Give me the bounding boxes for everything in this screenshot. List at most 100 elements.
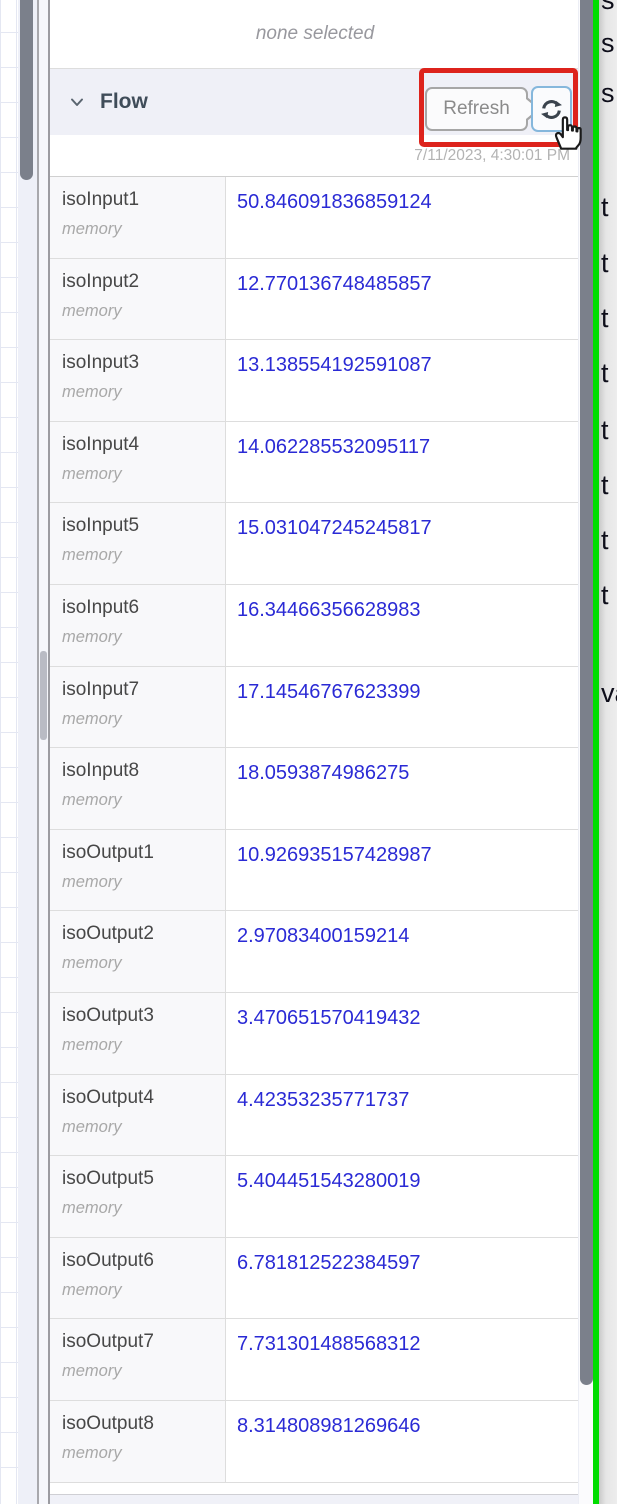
node-section-empty-state: none selected xyxy=(50,0,580,69)
context-key-cell: isoInput2 memory xyxy=(50,258,226,340)
context-store-label: memory xyxy=(62,627,122,646)
context-value-cell: 12.770136748485857 xyxy=(226,258,580,340)
context-key: isoInput3 xyxy=(62,352,140,374)
context-value: 7.731301488568312 xyxy=(237,1333,421,1356)
context-variables-table: isoInput1 memory 50.846091836859124 isoI… xyxy=(50,176,580,1483)
table-row[interactable]: isoInput5 memory 15.031047245245817 xyxy=(50,503,580,585)
table-row[interactable]: isoOutput1 memory 10.926935157428987 xyxy=(50,829,580,912)
canvas-scrollbar-track xyxy=(18,0,37,1504)
context-key: isoInput7 xyxy=(62,678,140,700)
context-key: isoInput5 xyxy=(62,515,140,537)
refresh-button[interactable] xyxy=(531,86,572,132)
clipped-text-fragment: t xyxy=(601,470,609,500)
context-key-cell: isoOutput7 memory xyxy=(50,1319,226,1400)
context-store-label: memory xyxy=(62,220,122,238)
context-value-cell: 17.14546767623399 xyxy=(226,666,580,748)
table-row[interactable]: isoInput4 memory 14.062285532095117 xyxy=(50,421,580,504)
context-value-cell: 7.731301488568312 xyxy=(226,1319,580,1400)
context-value-cell: 3.470651570419432 xyxy=(226,992,580,1074)
table-row[interactable]: isoOutput3 memory 3.470651570419432 xyxy=(50,992,580,1075)
sidebar-left-scrollbar-thumb[interactable] xyxy=(40,651,47,740)
context-key: isoInput4 xyxy=(62,433,140,455)
context-store-label: memory xyxy=(62,1280,122,1299)
table-row[interactable]: isoInput8 memory 18.0593874986275 xyxy=(50,748,580,830)
context-store-label: memory xyxy=(62,791,122,810)
context-value: 15.031047245245817 xyxy=(237,517,432,540)
refresh-timestamp: 7/11/2023, 4:30:01 PM xyxy=(414,146,570,164)
context-key: isoInput1 xyxy=(62,189,140,210)
clipped-text-fragment: t xyxy=(601,580,609,610)
table-row[interactable]: isoOutput8 memory 8.314808981269646 xyxy=(50,1400,580,1483)
clipped-text-fragment: t xyxy=(601,358,609,388)
context-value: 4.42353235771737 xyxy=(237,1088,410,1111)
canvas-scrollbar-thumb[interactable] xyxy=(19,0,33,180)
context-key: isoOutput4 xyxy=(62,1086,154,1108)
context-key: isoOutput6 xyxy=(62,1249,154,1271)
table-row[interactable]: isoOutput2 memory 2.97083400159214 xyxy=(50,911,580,993)
table-row[interactable]: isoInput2 memory 12.770136748485857 xyxy=(50,258,580,341)
table-row[interactable]: isoOutput4 memory 4.42353235771737 xyxy=(50,1074,580,1157)
context-value-cell: 4.42353235771737 xyxy=(226,1074,580,1156)
context-key-cell: isoInput6 memory xyxy=(50,584,226,666)
context-value-cell: 15.031047245245817 xyxy=(226,503,580,584)
clipped-text-fragment: t xyxy=(601,248,609,278)
flow-canvas-grid[interactable] xyxy=(0,0,18,1504)
grid-line xyxy=(16,0,17,1504)
context-store-label: memory xyxy=(62,1117,122,1136)
context-key: isoOutput5 xyxy=(62,1168,154,1190)
table-row[interactable]: isoOutput7 memory 7.731301488568312 xyxy=(50,1319,580,1401)
context-store-label: memory xyxy=(62,1443,122,1462)
context-value: 14.062285532095117 xyxy=(237,435,431,458)
context-value-cell: 14.062285532095117 xyxy=(226,421,580,503)
table-row[interactable]: isoInput3 memory 13.138554192591087 xyxy=(50,340,580,422)
context-value: 18.0593874986275 xyxy=(237,762,410,785)
context-key-cell: isoOutput4 memory xyxy=(50,1074,226,1156)
context-key: isoOutput8 xyxy=(62,1412,154,1434)
context-value: 16.34466356628983 xyxy=(237,598,421,621)
clipped-text-fragment: t xyxy=(601,415,609,445)
section-title: Flow xyxy=(100,90,148,113)
table-row[interactable]: isoInput1 memory 50.846091836859124 xyxy=(50,177,580,259)
context-key-cell: isoOutput1 memory xyxy=(50,829,226,911)
refresh-timestamp-row: 7/11/2023, 4:30:01 PM xyxy=(50,135,580,176)
clipped-text-fragment: s xyxy=(601,78,615,108)
context-value-cell: 18.0593874986275 xyxy=(226,748,580,829)
context-value-cell: 10.926935157428987 xyxy=(226,829,580,911)
clipped-text-fragment: t xyxy=(601,192,609,222)
refresh-tooltip: Refresh xyxy=(425,87,542,131)
context-store-label: memory xyxy=(62,872,122,891)
sidebar-left-scroll-track xyxy=(39,0,48,1504)
context-store-label: memory xyxy=(62,1362,122,1381)
table-row[interactable]: isoOutput6 memory 6.781812522384597 xyxy=(50,1237,580,1320)
context-key-cell: isoOutput6 memory xyxy=(50,1237,226,1319)
sidebar-scrollbar-thumb[interactable] xyxy=(580,0,593,1385)
refresh-tooltip-label: Refresh xyxy=(443,98,510,119)
context-value-cell: 2.97083400159214 xyxy=(226,911,580,992)
context-store-label: memory xyxy=(62,301,122,320)
context-key-cell: isoInput3 memory xyxy=(50,340,226,421)
context-value: 12.770136748485857 xyxy=(237,272,432,295)
context-value: 3.470651570419432 xyxy=(237,1006,421,1029)
context-store-label: memory xyxy=(62,1199,122,1218)
table-row[interactable]: isoInput7 memory 17.14546767623399 xyxy=(50,666,580,749)
context-key-cell: isoInput1 memory xyxy=(50,177,226,258)
context-key: isoOutput2 xyxy=(62,923,154,945)
refresh-icon xyxy=(541,99,562,119)
clipped-text-fragment: va xyxy=(601,678,617,708)
context-store-label: memory xyxy=(62,954,122,973)
context-key-cell: isoOutput8 memory xyxy=(50,1400,226,1482)
context-value: 50.846091836859124 xyxy=(237,191,432,213)
context-data-panel: none selected Flow 7/11/2023, 4:30:01 PM… xyxy=(50,0,580,1504)
none-selected-label: none selected xyxy=(255,23,375,44)
table-row[interactable]: isoOutput5 memory 5.404451543280019 xyxy=(50,1156,580,1238)
clipped-text-fragment: s xyxy=(601,28,615,58)
clipped-text-fragment: t xyxy=(601,525,609,555)
context-value: 17.14546767623399 xyxy=(237,680,421,703)
context-value: 2.97083400159214 xyxy=(237,925,410,948)
context-key-cell: isoInput4 memory xyxy=(50,421,226,503)
table-row[interactable]: isoInput6 memory 16.34466356628983 xyxy=(50,584,580,667)
context-key-cell: isoOutput5 memory xyxy=(50,1156,226,1237)
context-store-label: memory xyxy=(62,383,122,402)
context-store-label: memory xyxy=(62,709,122,728)
context-value-cell: 50.846091836859124 xyxy=(226,177,580,258)
